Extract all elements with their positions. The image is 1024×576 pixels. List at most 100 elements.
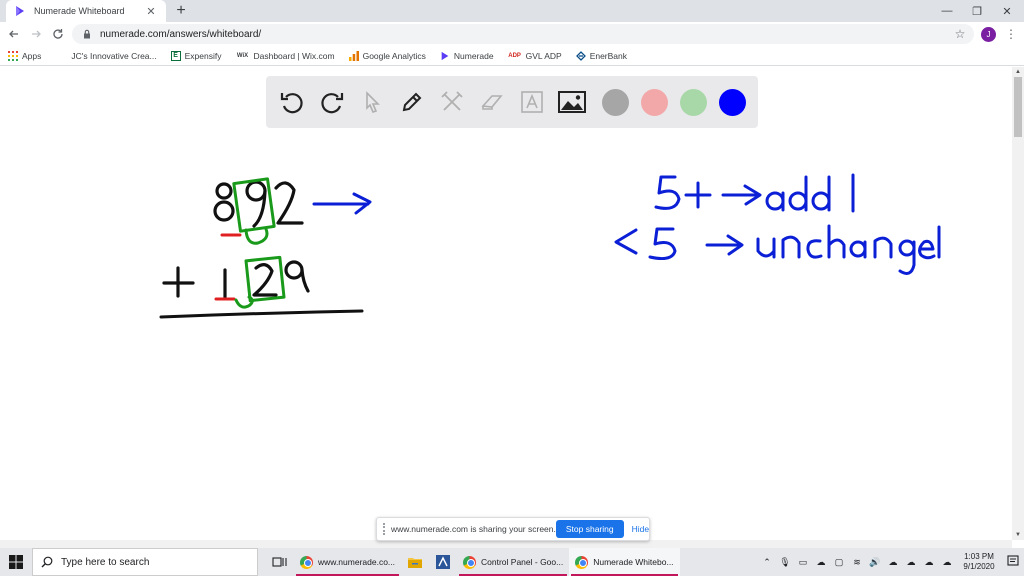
battery-icon[interactable]: ▭	[794, 557, 812, 568]
system-clock[interactable]: 1:03 PM 9/1/2020	[956, 552, 1002, 572]
browser-menu-icon[interactable]: ⋮	[1004, 26, 1018, 42]
taskbar-app-numerade-chrome[interactable]: www.numerade.co...	[294, 548, 401, 576]
tab-close-icon[interactable]: ✕	[144, 5, 158, 18]
bookmark-google-analytics[interactable]: Google Analytics	[348, 50, 426, 61]
chrome-icon	[463, 555, 477, 569]
browser-toolbar: numerade.com/answers/whiteboard/ ☆ J ⋮	[0, 22, 1024, 46]
bookmark-jc-innovative[interactable]: JC's Innovative Crea...	[71, 51, 156, 61]
editor-app-icon[interactable]	[429, 548, 457, 576]
forward-button[interactable]	[28, 26, 44, 42]
expensify-icon: E	[170, 50, 181, 61]
screen: Numerade Whiteboard ✕ + — ❐ ✕ numerade.c…	[0, 0, 1024, 576]
enerbank-icon	[575, 50, 586, 61]
search-placeholder: Type here to search	[61, 556, 150, 568]
address-bar[interactable]: numerade.com/answers/whiteboard/	[72, 24, 974, 44]
scroll-down-icon[interactable]: ▼	[1012, 530, 1024, 540]
color-swatch-pink[interactable]	[641, 88, 668, 116]
drag-handle-icon[interactable]	[383, 523, 385, 535]
close-window-button[interactable]: ✕	[990, 0, 1024, 22]
reload-button[interactable]	[50, 26, 66, 42]
bookmark-wix[interactable]: WiX Dashboard | Wix.com	[235, 51, 335, 61]
bookmarks-bar: Apps JC's Innovative Crea... E Expensify…	[0, 46, 1024, 66]
new-tab-button[interactable]: +	[172, 2, 190, 20]
numerade-icon	[14, 5, 26, 17]
ink-plus-sign	[162, 266, 195, 298]
file-explorer-icon[interactable]	[401, 548, 429, 576]
bookmark-gvl-adp[interactable]: ADP GVL ADP	[508, 51, 561, 61]
image-icon[interactable]	[556, 86, 588, 118]
whiteboard-canvas[interactable]	[0, 67, 1012, 540]
forward-arrow-icon	[32, 30, 41, 38]
notification-center-icon[interactable]	[1002, 555, 1024, 569]
url-text: numerade.com/answers/whiteboard/	[100, 28, 262, 40]
scroll-thumb[interactable]	[1014, 77, 1022, 137]
minimize-button[interactable]: —	[930, 0, 964, 22]
hide-button[interactable]: Hide	[632, 524, 649, 534]
bookmark-star-icon[interactable]: ☆	[952, 26, 968, 42]
eraser-icon[interactable]	[476, 86, 508, 118]
cloud-sync-icon-2[interactable]: ☁	[902, 557, 920, 568]
browser-tab[interactable]: Numerade Whiteboard ✕	[6, 0, 166, 22]
task-view-icon[interactable]	[266, 548, 294, 576]
maximize-button[interactable]: ❐	[960, 0, 994, 22]
onedrive-cloud-icon[interactable]: ☁	[812, 557, 830, 568]
back-arrow-icon	[9, 30, 18, 38]
ink-arrow-right	[312, 192, 372, 215]
share-message: www.numerade.com is sharing your screen.	[391, 524, 556, 534]
microphone-icon[interactable]: 🎙	[776, 557, 794, 568]
bookmark-numerade[interactable]: Numerade	[440, 51, 494, 61]
tray-chevron-up-icon[interactable]: ⌃	[758, 557, 776, 568]
vertical-scrollbar[interactable]: ▲ ▼	[1012, 67, 1024, 540]
ink-sum-line	[159, 309, 364, 319]
search-icon	[41, 556, 53, 568]
page-viewport	[0, 67, 1012, 540]
apps-grid-icon	[8, 50, 18, 61]
ink-rule-unchanged	[614, 224, 941, 275]
horizontal-scrollbar[interactable]	[0, 540, 1012, 548]
taskbar-app-control-panel-chrome[interactable]: Control Panel - Goo...	[457, 548, 569, 576]
lock-icon	[82, 29, 92, 39]
taskbar: Type here to search www.numerade.co... C…	[0, 548, 1024, 576]
wifi-icon[interactable]: ≋	[848, 557, 866, 568]
undo-icon[interactable]	[276, 86, 308, 118]
ink-number-892	[213, 180, 304, 228]
scroll-up-icon[interactable]: ▲	[1012, 67, 1024, 77]
bookmark-enerbank[interactable]: EnerBank	[575, 50, 627, 61]
volume-icon[interactable]: 🔊	[866, 557, 884, 568]
profile-avatar[interactable]: J	[981, 27, 996, 42]
ink-green-box-9	[232, 177, 276, 233]
cloud-sync-icon-3[interactable]: ☁	[920, 557, 938, 568]
bookmark-apps[interactable]: Apps	[8, 50, 41, 61]
windows-start-icon[interactable]	[0, 548, 32, 576]
numerade-icon	[440, 51, 450, 61]
system-tray: ⌃ 🎙 ▭ ☁ ▢ ≋ 🔊 ☁ ☁ ☁ ☁ 1:03 PM 9/1/2020	[758, 548, 1024, 576]
chrome-icon	[575, 555, 589, 569]
clock-date: 9/1/2020	[963, 562, 995, 571]
reload-icon	[53, 29, 63, 39]
ink-number-129	[223, 260, 310, 299]
color-swatch-gray[interactable]	[602, 88, 629, 116]
redo-icon[interactable]	[316, 86, 348, 118]
tab-title: Numerade Whiteboard	[34, 6, 125, 16]
pen-icon[interactable]	[396, 86, 428, 118]
chrome-icon	[300, 555, 313, 569]
pointer-icon[interactable]	[356, 86, 388, 118]
back-button[interactable]	[6, 26, 22, 42]
cloud-sync-icon-4[interactable]: ☁	[938, 557, 956, 568]
bookmark-expensify[interactable]: E Expensify	[170, 50, 221, 61]
folder-tray-icon[interactable]: ▢	[830, 557, 848, 568]
stop-sharing-button[interactable]: Stop sharing	[555, 520, 624, 538]
ink-rule-add-one	[654, 173, 855, 213]
adp-icon: ADP	[508, 52, 521, 59]
text-icon[interactable]	[516, 86, 548, 118]
cloud-sync-icon-1[interactable]: ☁	[884, 557, 902, 568]
clock-time: 1:03 PM	[964, 552, 994, 561]
tools-icon[interactable]	[436, 86, 468, 118]
taskbar-search[interactable]: Type here to search	[32, 548, 258, 576]
taskbar-app-numerade-whiteboard-chrome[interactable]: Numerade Whitebo...	[569, 548, 680, 576]
color-swatch-blue[interactable]	[719, 88, 746, 116]
whiteboard-toolbar	[266, 76, 758, 128]
analytics-icon	[348, 50, 359, 61]
color-swatch-green[interactable]	[680, 88, 707, 116]
wix-icon: WiX	[236, 52, 249, 59]
